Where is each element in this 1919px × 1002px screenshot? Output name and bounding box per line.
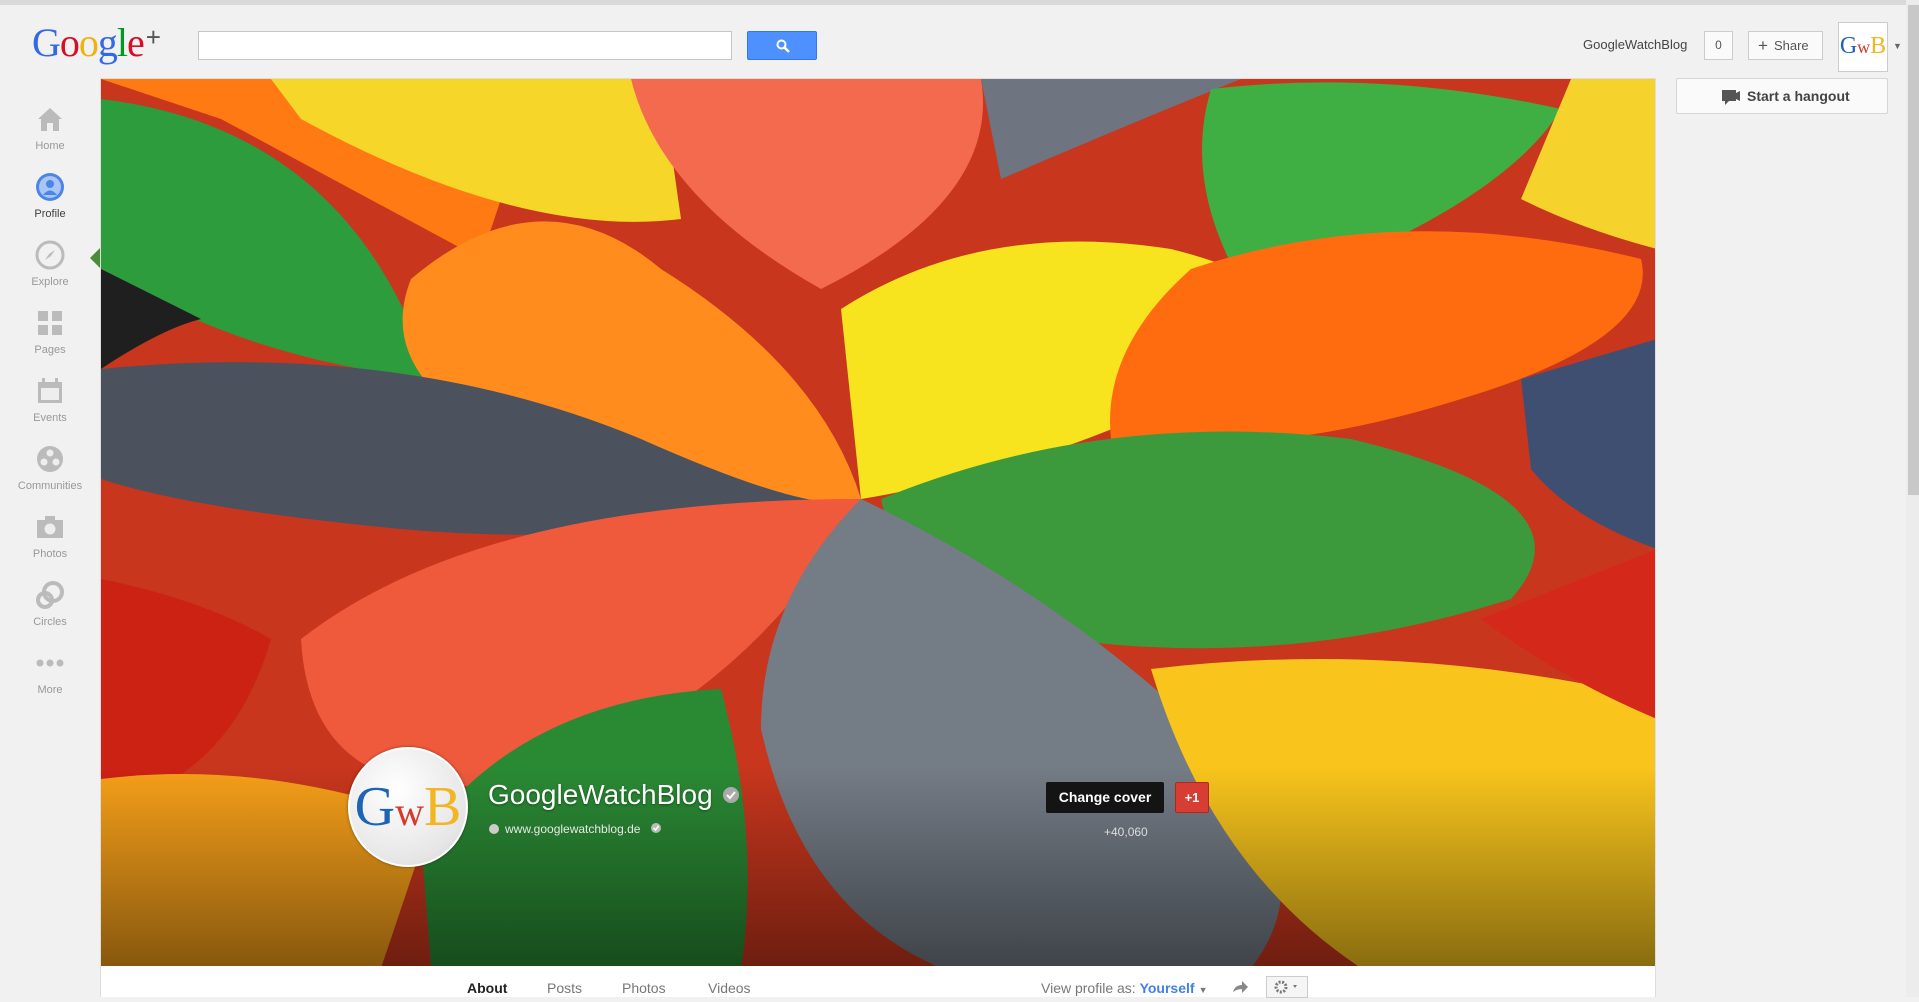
sidebar-item-profile[interactable]: Profile	[0, 160, 100, 228]
video-camera-icon	[1722, 90, 1740, 105]
sidebar-item-events[interactable]: Events	[0, 364, 100, 432]
sidebar-item-label: More	[37, 684, 63, 696]
globe-icon	[489, 824, 499, 834]
sidebar-item-label: Circles	[33, 616, 67, 628]
pages-icon	[38, 311, 62, 335]
gear-icon	[1274, 980, 1297, 994]
verified-icon	[723, 787, 739, 803]
url-verified-icon	[651, 823, 661, 833]
tab-videos[interactable]: Videos	[708, 980, 751, 996]
camera-icon	[37, 516, 63, 538]
account-avatar[interactable]: GwB	[1838, 22, 1888, 72]
chevron-down-icon[interactable]: ▼	[1893, 41, 1902, 51]
home-icon	[38, 108, 62, 131]
account-name[interactable]: GoogleWatchBlog	[1583, 37, 1687, 52]
sidebar-item-label: Profile	[34, 208, 66, 220]
sidebar-item-explore[interactable]: Explore	[0, 228, 100, 296]
communities-icon	[37, 446, 63, 472]
sidebar-item-label: Events	[33, 412, 67, 424]
sidebar-item-communities[interactable]: Communities	[0, 432, 100, 500]
share-button[interactable]: + Share	[1748, 31, 1823, 60]
profile-tabs: About Posts Photos Videos View profile a…	[100, 966, 1656, 998]
tab-about[interactable]: About	[467, 980, 507, 996]
sidebar-item-more[interactable]: More	[0, 636, 100, 704]
sidebar: Home Profile Explore Pages Events Commun…	[0, 80, 101, 1000]
search-input[interactable]	[198, 31, 732, 60]
plusone-count: +40,060	[1104, 825, 1148, 839]
scrollbar-thumb[interactable]	[1908, 5, 1919, 495]
tab-photos[interactable]: Photos	[622, 980, 666, 996]
more-icon	[36, 659, 64, 667]
cover-shade	[101, 766, 1655, 966]
settings-button[interactable]	[1266, 976, 1308, 998]
notification-count[interactable]: 0	[1704, 31, 1733, 60]
logo-plus: +	[145, 22, 161, 52]
search-icon	[776, 39, 790, 53]
tab-posts[interactable]: Posts	[547, 980, 582, 996]
sidebar-item-photos[interactable]: Photos	[0, 500, 100, 568]
start-hangout-label: Start a hangout	[1747, 88, 1850, 104]
profile-avatar[interactable]: GwB	[348, 747, 468, 867]
plus-icon: +	[1758, 36, 1768, 55]
sidebar-item-label: Home	[35, 140, 65, 152]
sidebar-item-circles[interactable]: Circles	[0, 568, 100, 636]
plusone-button[interactable]: +1	[1175, 782, 1209, 813]
profile-name: GoogleWatchBlog	[488, 779, 713, 810]
sidebar-item-label: Explore	[31, 276, 69, 288]
view-profile-value[interactable]: Yourself	[1140, 980, 1195, 996]
sidebar-item-label: Communities	[17, 480, 83, 492]
sidebar-item-home[interactable]: Home	[0, 92, 100, 160]
share-arrow-icon[interactable]	[1231, 980, 1249, 994]
change-cover-button[interactable]: Change cover	[1046, 782, 1164, 813]
view-profile-label: View profile as:	[1041, 980, 1136, 996]
sidebar-item-pages[interactable]: Pages	[0, 296, 100, 364]
top-bar: Google+ GoogleWatchBlog 0 + Share GwB ▼	[0, 0, 1919, 78]
start-hangout-button[interactable]: Start a hangout	[1676, 78, 1888, 114]
share-label: Share	[1773, 38, 1809, 53]
profile-icon	[36, 173, 64, 201]
chevron-down-icon: ▼	[1198, 985, 1208, 995]
compass-icon	[35, 240, 65, 270]
profile-url[interactable]: www.googlewatchblog.de	[505, 822, 640, 836]
google-plus-logo[interactable]: Google+	[32, 19, 161, 66]
calendar-icon	[38, 378, 62, 403]
circles-icon	[36, 581, 64, 609]
search-button[interactable]	[747, 31, 817, 60]
cover-photo	[100, 78, 1656, 967]
view-profile-as[interactable]: View profile as: Yourself ▼	[1041, 980, 1207, 996]
sidebar-item-label: Photos	[32, 548, 68, 560]
sidebar-item-label: Pages	[34, 344, 66, 356]
